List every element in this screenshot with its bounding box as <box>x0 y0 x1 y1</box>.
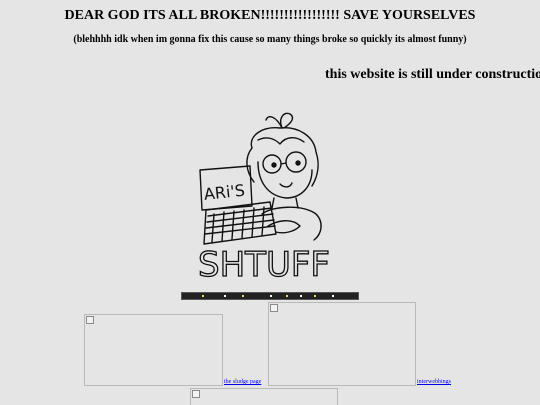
logo-sign-text: ARi'S <box>203 181 246 204</box>
page: DEAR GOD ITS ALL BROKEN!!!!!!!!!!!!!!!!!… <box>0 0 540 405</box>
broken-image-icon <box>192 390 200 398</box>
sludge-page-image[interactable] <box>84 314 223 386</box>
interwebbings-link[interactable]: interwebbings <box>417 379 451 385</box>
page-title: DEAR GOD ITS ALL BROKEN!!!!!!!!!!!!!!!!!… <box>64 8 476 23</box>
page-subtitle: (blehhhh idk when im gonna fix this caus… <box>73 34 467 45</box>
broken-image-icon <box>270 304 278 312</box>
construction-marquee: this website is still under construction <box>325 67 540 82</box>
logo-word-text: SHTUFF <box>198 245 330 284</box>
interwebbings-image[interactable] <box>268 302 416 386</box>
broken-image-icon <box>86 316 94 324</box>
sparkle-divider <box>181 292 359 300</box>
sludge-page-link[interactable]: the sludge page <box>224 379 261 385</box>
lower-image[interactable] <box>190 388 338 405</box>
aris-shtuff-logo: ARi'S SHTUFF <box>197 112 331 284</box>
